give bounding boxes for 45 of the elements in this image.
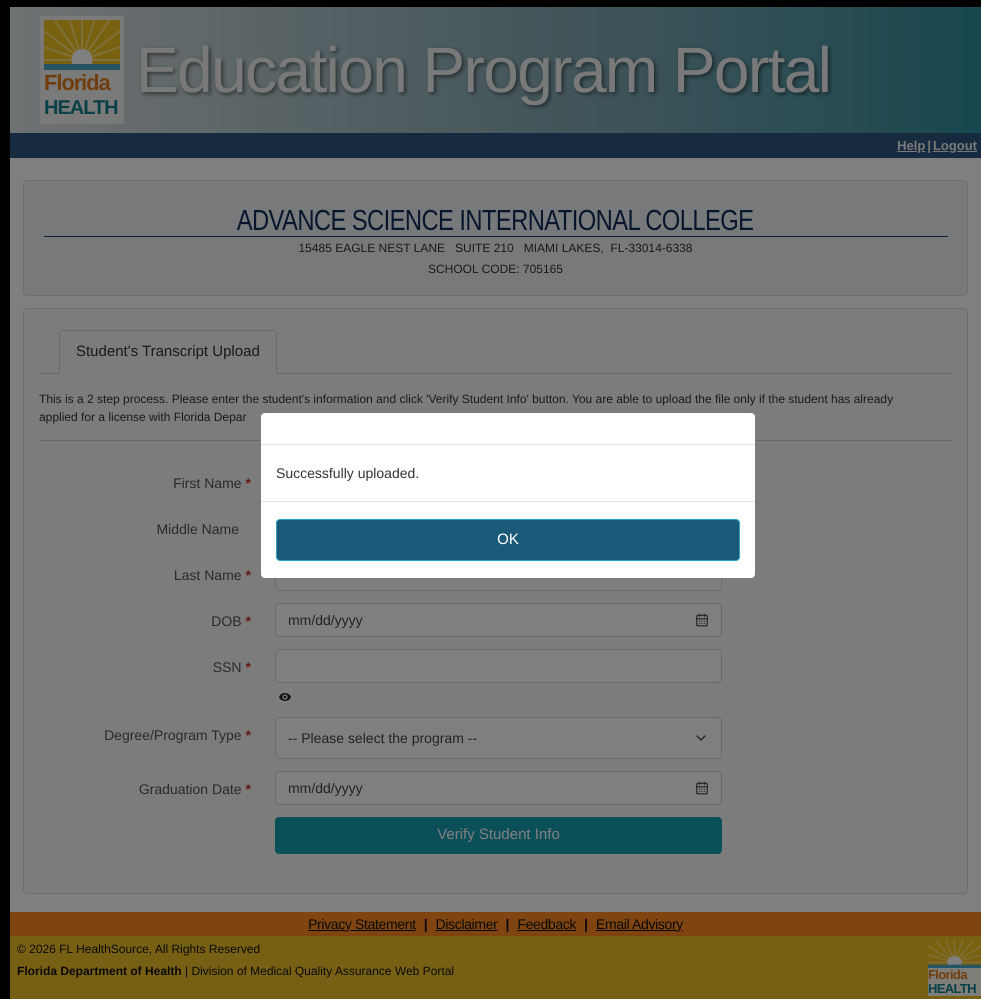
field-label: Graduation Date	[138, 780, 242, 799]
separator: |	[422, 914, 429, 934]
nav-link[interactable]: Logout	[932, 136, 977, 155]
required-mark: *	[246, 566, 251, 585]
calendar-icon[interactable]	[695, 781, 709, 795]
instructions-text: This is a 2 step process. Please enter the student's information and click 'Verify Student Info' button. You are able to upload the file only if the student has already	[39, 391, 894, 408]
school-name: ADVANCE SCIENCE INTERNATIONAL COLLEGE	[237, 207, 754, 236]
required-mark: *	[246, 726, 251, 745]
field-label: DOB	[211, 612, 242, 631]
footer-link[interactable]: Privacy Statement	[308, 914, 416, 934]
logo-text: Florida	[928, 968, 968, 982]
field-label: Last Name	[174, 566, 242, 585]
ssn-field[interactable]	[275, 649, 722, 683]
footer-link[interactable]: Feedback	[517, 914, 576, 934]
nav-link[interactable]: Help	[897, 136, 926, 155]
portal-text: Florida Department of Health | Division of Medical Quality Assurance Web Portal	[17, 963, 454, 980]
date-field[interactable]: mm/dd/yyyy	[275, 771, 722, 805]
school-address: 15485 EAGLE NEST LANE SUITE 210 MIAMI LAKES, FL-33014-6338	[298, 240, 692, 257]
dialog-message: Successfully uploaded.	[276, 464, 420, 483]
copyright-text: © 2026 FL HealthSource, All Rights Reserved	[17, 941, 262, 958]
required-mark: *	[246, 780, 251, 799]
field-label: First Name	[173, 474, 242, 493]
ok-button[interactable]: OK	[276, 519, 740, 561]
instructions-text: applied for a license with Florida Depar	[39, 409, 246, 426]
calendar-icon[interactable]	[695, 613, 709, 627]
field-label: Degree/Program Type	[104, 726, 242, 745]
required-mark: *	[246, 658, 251, 677]
program-dropdown[interactable]: -- Please select the program --	[275, 717, 722, 759]
separator: |	[504, 914, 510, 934]
logo-text: Florida	[44, 70, 112, 96]
sun-logo-icon	[44, 20, 120, 70]
required-mark: *	[246, 474, 251, 493]
verify-button[interactable]: Verify Student Info	[275, 817, 722, 854]
separator: |	[583, 914, 590, 934]
logo-text: HEALTH	[928, 982, 977, 996]
footer-link[interactable]: Email Advisory	[596, 914, 683, 934]
date-field[interactable]: mm/dd/yyyy	[275, 603, 722, 637]
required-mark: *	[246, 612, 251, 631]
school-code: SCHOOL CODE: 705165	[428, 261, 563, 278]
field-label: Middle Name	[156, 520, 239, 539]
field-label: SSN	[212, 658, 242, 677]
separator: |	[926, 136, 932, 155]
logo-text: HEALTH	[44, 96, 119, 120]
tab[interactable]: Student's Transcript Upload	[59, 330, 277, 374]
footer-link[interactable]: Disclaimer	[436, 914, 498, 934]
